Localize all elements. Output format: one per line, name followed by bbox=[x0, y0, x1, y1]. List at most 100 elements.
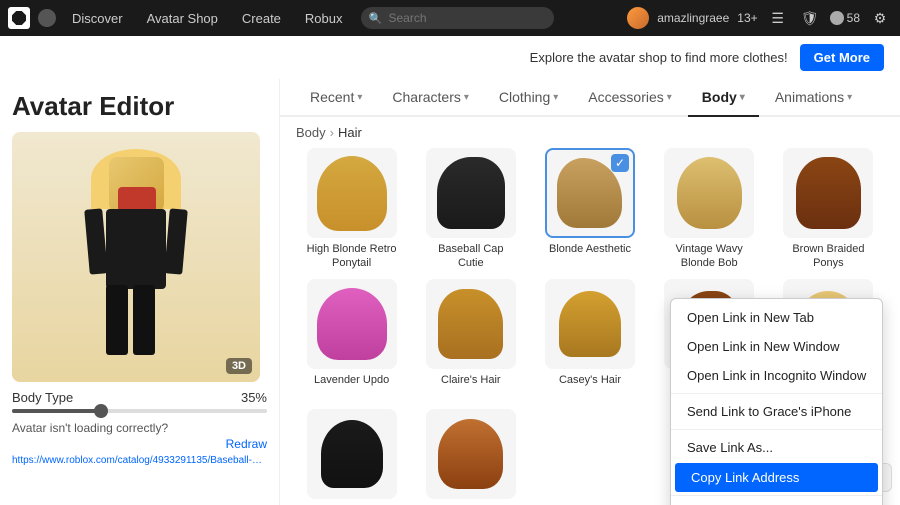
hair-visual bbox=[317, 156, 387, 231]
search-icon: 🔍 bbox=[369, 12, 383, 25]
tab-clothing[interactable]: Clothing ▾ bbox=[485, 79, 572, 116]
item-thumb bbox=[545, 279, 635, 369]
breadcrumb-current: Hair bbox=[338, 125, 362, 140]
username-label: amazlingraee bbox=[657, 11, 729, 25]
hair-visual bbox=[796, 157, 861, 229]
body-type-slider[interactable] bbox=[12, 409, 267, 413]
search-input[interactable] bbox=[361, 7, 554, 29]
slider-track bbox=[12, 409, 267, 413]
tab-clothing-arrow: ▾ bbox=[553, 92, 558, 103]
slider-thumb[interactable] bbox=[94, 404, 108, 418]
robux-display: 58 bbox=[830, 11, 860, 25]
item-thumb bbox=[783, 148, 873, 238]
top-navigation: Discover Avatar Shop Create Robux 🔍 amaz… bbox=[0, 0, 900, 36]
nav-discover[interactable]: Discover bbox=[62, 0, 133, 36]
list-item[interactable]: Casey's Hair bbox=[534, 279, 645, 402]
item-name: Brown Braided Ponys bbox=[783, 242, 873, 271]
nav-right-group: amazlingraee 13+ ☰ 🛡 58 ⚙ bbox=[627, 6, 892, 30]
item-name: Lavender Updo bbox=[314, 373, 389, 387]
breadcrumb-parent[interactable]: Body bbox=[296, 125, 326, 140]
avatar-preview: 3D bbox=[12, 132, 260, 382]
ctx-divider-1 bbox=[671, 393, 882, 394]
list-item[interactable]: Lavender Updo bbox=[296, 279, 407, 402]
hair-visual bbox=[557, 158, 622, 228]
nav-robux[interactable]: Robux bbox=[295, 0, 353, 36]
robux-count: 58 bbox=[847, 11, 860, 25]
tab-recent-arrow: ▾ bbox=[357, 92, 362, 103]
list-item[interactable]: Vintage Wavy Blonde Bob bbox=[654, 148, 765, 271]
item-name: Baseball Cap Cutie bbox=[426, 242, 516, 271]
list-item[interactable]: High Blonde Retro Ponytail bbox=[296, 148, 407, 271]
tab-characters[interactable]: Characters ▾ bbox=[378, 79, 483, 116]
notifications-icon[interactable]: ☰ bbox=[766, 6, 790, 30]
avatar-figure bbox=[71, 147, 201, 367]
main-content: Avatar Editor 3D Body Type 35% bbox=[0, 79, 900, 505]
settings-icon[interactable]: ⚙ bbox=[868, 6, 892, 30]
ctx-copy-link[interactable]: Copy Link Address bbox=[675, 463, 878, 492]
content-area: Recent ▾ Characters ▾ Clothing ▾ Accesso… bbox=[280, 79, 900, 505]
items-grid: High Blonde Retro Ponytail Baseball Cap … bbox=[280, 148, 900, 505]
list-item[interactable]: Blonde Aesthetic bbox=[534, 148, 645, 271]
item-thumb-selected bbox=[545, 148, 635, 238]
roblox-logo[interactable] bbox=[8, 7, 30, 29]
avatar-leg-right bbox=[133, 285, 155, 355]
tab-animations-label: Animations bbox=[775, 89, 844, 105]
tab-characters-label: Characters bbox=[392, 89, 460, 105]
item-thumb bbox=[307, 148, 397, 238]
tab-clothing-label: Clothing bbox=[499, 89, 550, 105]
ctx-open-incognito[interactable]: Open Link in Incognito Window bbox=[671, 361, 882, 390]
ctx-open-new-window[interactable]: Open Link in New Window bbox=[671, 332, 882, 361]
username-age: 13+ bbox=[737, 11, 757, 25]
body-type-label: Body Type bbox=[12, 390, 73, 405]
item-thumb bbox=[307, 279, 397, 369]
promo-text: Explore the avatar shop to find more clo… bbox=[530, 50, 788, 65]
search-wrap: 🔍 bbox=[361, 7, 554, 29]
list-item[interactable]: Brown Braided Ponys bbox=[773, 148, 884, 271]
item-name: Blonde Aesthetic bbox=[549, 242, 631, 256]
list-item[interactable]: Claire's Hair bbox=[415, 279, 526, 402]
status-bar: https://www.roblox.com/catalog/493329113… bbox=[12, 455, 267, 466]
tab-characters-arrow: ▾ bbox=[464, 92, 469, 103]
item-thumb bbox=[426, 148, 516, 238]
list-item[interactable]: Baseball Cap Cutie bbox=[415, 148, 526, 271]
tab-body-arrow: ▾ bbox=[740, 92, 745, 103]
redraw-link[interactable]: Redraw bbox=[12, 437, 267, 451]
ctx-divider-2 bbox=[671, 429, 882, 430]
avatar-error-msg: Avatar isn't loading correctly? bbox=[12, 421, 267, 435]
shield-icon[interactable]: 🛡 bbox=[798, 6, 822, 30]
tab-animations[interactable]: Animations ▾ bbox=[761, 79, 866, 116]
tab-recent[interactable]: Recent ▾ bbox=[296, 79, 376, 116]
hair-visual bbox=[437, 157, 505, 229]
avatar-icon bbox=[627, 7, 649, 29]
page-title: Avatar Editor bbox=[12, 91, 267, 122]
tab-accessories[interactable]: Accessories ▾ bbox=[574, 79, 686, 116]
ctx-divider-3 bbox=[671, 495, 882, 496]
body-type-row: Body Type 35% bbox=[12, 390, 267, 405]
hair-visual bbox=[438, 419, 503, 489]
tab-recent-label: Recent bbox=[310, 89, 354, 105]
item-name: High Blonde Retro Ponytail bbox=[307, 242, 397, 271]
3d-badge: 3D bbox=[226, 358, 252, 374]
avatar-body bbox=[106, 209, 166, 289]
hair-visual bbox=[677, 157, 742, 229]
item-thumb bbox=[307, 409, 397, 499]
hair-visual bbox=[438, 289, 503, 359]
list-item[interactable] bbox=[415, 409, 526, 505]
nav-create[interactable]: Create bbox=[232, 0, 291, 36]
avatar-leg-left bbox=[106, 285, 128, 355]
menu-icon[interactable] bbox=[38, 9, 56, 27]
ctx-save-link-as[interactable]: Save Link As... bbox=[671, 433, 882, 462]
get-more-button[interactable]: Get More bbox=[800, 44, 884, 71]
nav-avatar-shop[interactable]: Avatar Shop bbox=[137, 0, 228, 36]
tab-body-label: Body bbox=[702, 89, 737, 105]
item-thumb bbox=[426, 279, 516, 369]
tab-animations-arrow: ▾ bbox=[847, 92, 852, 103]
avatar-arm-left bbox=[84, 208, 108, 274]
item-name: Claire's Hair bbox=[441, 373, 501, 387]
ctx-open-new-tab[interactable]: Open Link in New Tab bbox=[671, 303, 882, 332]
hair-visual bbox=[317, 288, 387, 360]
list-item[interactable]: Black Ponytail bbox=[296, 409, 407, 505]
robux-icon bbox=[830, 11, 844, 25]
ctx-send-to-iphone[interactable]: Send Link to Grace's iPhone bbox=[671, 397, 882, 426]
tab-body[interactable]: Body ▾ bbox=[688, 79, 759, 117]
